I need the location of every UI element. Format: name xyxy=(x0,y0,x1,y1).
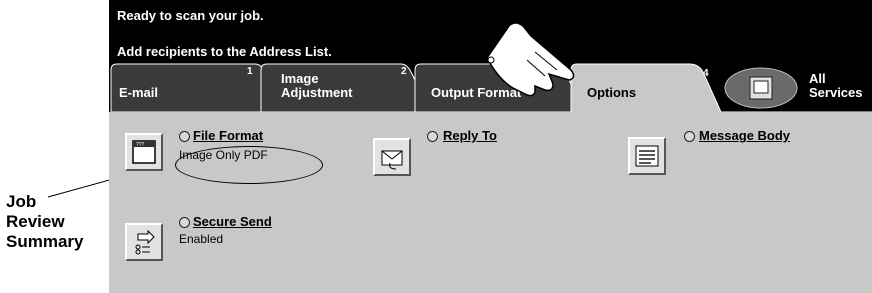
tab-image-adjustment-line2: Adjustment xyxy=(281,85,353,100)
secure-send-value: Enabled xyxy=(179,232,224,246)
all-services-button[interactable]: All Services xyxy=(809,72,863,100)
message-body-radio[interactable] xyxy=(684,131,695,142)
secure-send-icon xyxy=(135,229,155,255)
tab-image-adjustment-line1: Image xyxy=(281,71,319,86)
tab-email[interactable]: E-mail xyxy=(119,86,158,100)
reply-to-title[interactable]: Reply To xyxy=(443,128,497,143)
tab-options[interactable]: Options xyxy=(587,86,636,100)
message-body-button[interactable] xyxy=(628,137,666,175)
envelope-reply-icon xyxy=(381,150,403,170)
file-format-title[interactable]: File Format xyxy=(193,128,263,143)
secure-send-radio[interactable] xyxy=(179,217,190,228)
reply-to-radio[interactable] xyxy=(427,131,438,142)
tab-options-number: 4 xyxy=(703,68,709,79)
all-services-line2: Services xyxy=(809,85,863,100)
tab-image-adjustment-number: 2 xyxy=(401,66,407,77)
all-services-line1: All xyxy=(809,71,826,86)
reply-to-button[interactable] xyxy=(373,138,411,176)
document-icon: ??? xyxy=(132,140,156,164)
job-review-summary-oval xyxy=(175,146,323,184)
message-text-icon xyxy=(635,145,659,167)
touch-screen: Ready to scan your job. Add recipients t… xyxy=(109,0,872,293)
file-format-button[interactable]: ??? xyxy=(125,133,163,171)
file-format-radio[interactable] xyxy=(179,131,190,142)
svg-text:???: ??? xyxy=(136,142,145,148)
message-body-title[interactable]: Message Body xyxy=(699,128,790,143)
tab-email-number: 1 xyxy=(247,66,253,77)
pointing-hand-icon xyxy=(486,22,575,97)
secure-send-title[interactable]: Secure Send xyxy=(193,214,272,229)
secure-send-button[interactable] xyxy=(125,223,163,261)
tab-image-adjustment[interactable]: Image Adjustment xyxy=(281,72,353,100)
options-panel: ??? File Format Image Only PDF Reply To xyxy=(109,112,872,293)
